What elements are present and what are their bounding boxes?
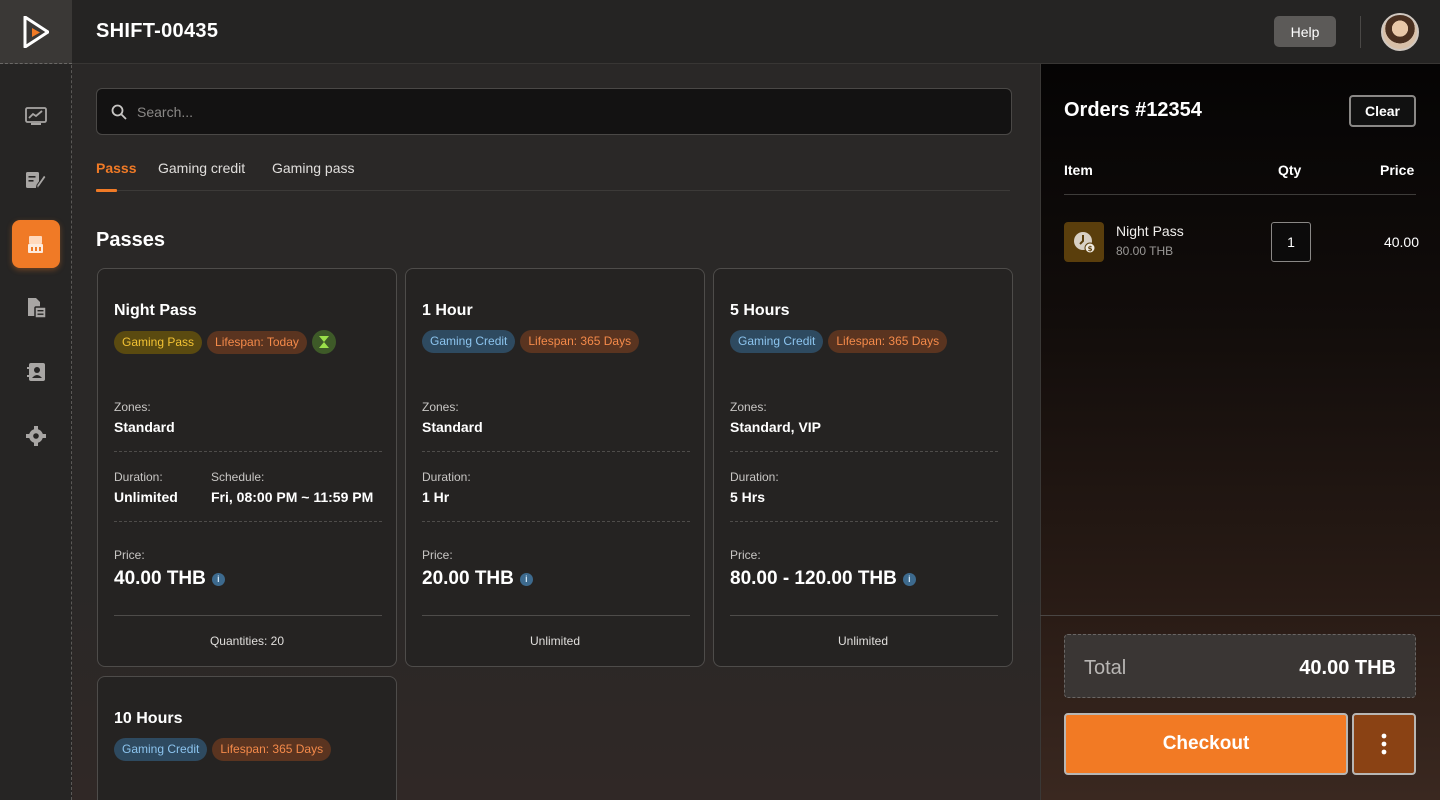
svg-text:$: $: [1088, 245, 1093, 253]
tab-gaming-credit[interactable]: Gaming credit: [158, 160, 245, 176]
quantity-input[interactable]: [1271, 222, 1311, 262]
checkout-button[interactable]: Checkout: [1064, 713, 1348, 775]
sidebar-item-orders[interactable]: [12, 156, 60, 204]
zones-label: Zones:: [114, 400, 151, 414]
section-title: Passes: [96, 229, 165, 251]
card-title: 5 Hours: [730, 302, 790, 319]
active-tab-indicator: [96, 189, 117, 192]
shop-store-icon: [28, 236, 43, 253]
price-label: Price:: [422, 548, 453, 562]
total-label: Total: [1084, 657, 1127, 679]
hourglass-icon: [311, 330, 336, 354]
more-options-button[interactable]: [1352, 713, 1416, 775]
divider: [114, 615, 382, 616]
type-badge: Gaming Pass: [114, 330, 203, 354]
column-header-item: Item: [1064, 162, 1093, 178]
type-badge: Gaming Credit: [114, 738, 208, 761]
price-value: 40.00 THB: [114, 568, 206, 589]
app-logo[interactable]: [0, 0, 72, 64]
card-footer: Unlimited: [837, 634, 888, 648]
pass-card-1-hour[interactable]: 1 Hour Gaming Credit Lifespan: 365 Days …: [405, 268, 705, 667]
search-bar: [96, 88, 1012, 135]
avatar[interactable]: [1381, 13, 1419, 51]
total-summary: Total 40.00 THB: [1064, 634, 1416, 698]
zones-label: Zones:: [422, 400, 459, 414]
header-divider: [1360, 16, 1361, 48]
info-icon[interactable]: i: [519, 572, 533, 586]
duration-value: Unlimited: [114, 489, 178, 505]
card-footer: Unlimited: [529, 634, 580, 648]
divider: [422, 451, 690, 452]
divider: [422, 615, 690, 616]
zones-value: Standard, VIP: [730, 419, 822, 435]
duration-label: Duration:: [114, 470, 163, 484]
zones-label: Zones:: [730, 400, 767, 414]
orders-title: Orders #12354: [1064, 99, 1202, 121]
info-icon[interactable]: i: [902, 572, 916, 586]
more-vertical-icon: [1381, 733, 1387, 755]
card-title: Night Pass: [114, 302, 197, 319]
duration-value: 1 Hr: [422, 489, 450, 505]
price-label: Price:: [114, 548, 145, 562]
contacts-icon: [27, 363, 45, 381]
dashboard-chart-icon: [25, 107, 47, 125]
search-icon: [111, 104, 127, 120]
order-item-price: 40.00: [1383, 234, 1419, 250]
tab-passs[interactable]: Passs: [96, 160, 136, 176]
schedule-label: Schedule:: [211, 470, 265, 484]
logo-play-icon: [23, 15, 49, 48]
divider: [730, 521, 998, 522]
sidebar-item-dashboard[interactable]: [12, 92, 60, 140]
divider: [730, 451, 998, 452]
pass-card-5-hours[interactable]: 5 Hours Gaming Credit Lifespan: 365 Days…: [713, 268, 1013, 667]
sidebar-item-shop[interactable]: [12, 220, 60, 268]
sidebar-item-contacts[interactable]: [12, 348, 60, 396]
edit-list-icon: [26, 172, 47, 189]
total-value: 40.00 THB: [1299, 657, 1396, 679]
card-title: 10 Hours: [114, 710, 183, 727]
column-header-qty: Qty: [1278, 162, 1302, 178]
tab-gaming-pass[interactable]: Gaming pass: [272, 160, 354, 176]
settings-gear-icon: [26, 426, 46, 446]
divider: [730, 615, 998, 616]
order-item-unit-price: 80.00 THB: [1116, 244, 1174, 258]
report-document-icon: [28, 298, 47, 319]
tabs-divider: [96, 190, 1010, 191]
lifespan-badge: Lifespan: Today: [207, 330, 307, 354]
price-value: 80.00 - 120.00 THB: [730, 568, 897, 589]
lifespan-badge: Lifespan: 365 Days: [520, 330, 640, 353]
duration-value: 5 Hrs: [730, 489, 766, 505]
column-header-price: Price: [1380, 162, 1415, 178]
info-icon[interactable]: i: [211, 572, 225, 586]
clock-coin-icon: $: [1074, 232, 1096, 254]
card-title: 1 Hour: [422, 302, 473, 319]
duration-label: Duration:: [730, 470, 779, 484]
top-header: [72, 0, 1440, 64]
pass-card-night-pass[interactable]: Night Pass Gaming Pass Lifespan: Today Z…: [97, 268, 397, 667]
sidebar-item-reports[interactable]: [12, 284, 60, 332]
type-badge: Gaming Credit: [422, 330, 516, 353]
page-title: SHIFT-00435: [96, 20, 219, 42]
zones-value: Standard: [114, 419, 175, 435]
lifespan-badge: Lifespan: 365 Days: [828, 330, 948, 353]
order-item-thumbnail: $: [1064, 222, 1104, 262]
card-footer: Quantities: 20: [209, 634, 285, 648]
help-button[interactable]: Help: [1274, 16, 1336, 47]
order-item-name: Night Pass: [1116, 223, 1184, 239]
search-input[interactable]: [137, 89, 997, 134]
divider: [114, 521, 382, 522]
clear-button[interactable]: Clear: [1349, 95, 1416, 127]
price-label: Price:: [730, 548, 761, 562]
sidebar-item-settings[interactable]: [12, 412, 60, 460]
zones-value: Standard: [422, 419, 483, 435]
orders-header-divider: [1064, 194, 1416, 195]
schedule-value: Fri, 08:00 PM ~ 11:59 PM: [211, 489, 374, 505]
divider: [422, 521, 690, 522]
price-value: 20.00 THB: [422, 568, 514, 589]
pass-card-10-hours[interactable]: 10 Hours Gaming Credit Lifespan: 365 Day…: [97, 676, 397, 800]
duration-label: Duration:: [422, 470, 471, 484]
type-badge: Gaming Credit: [730, 330, 824, 353]
lifespan-badge: Lifespan: 365 Days: [212, 738, 332, 761]
divider: [114, 451, 382, 452]
